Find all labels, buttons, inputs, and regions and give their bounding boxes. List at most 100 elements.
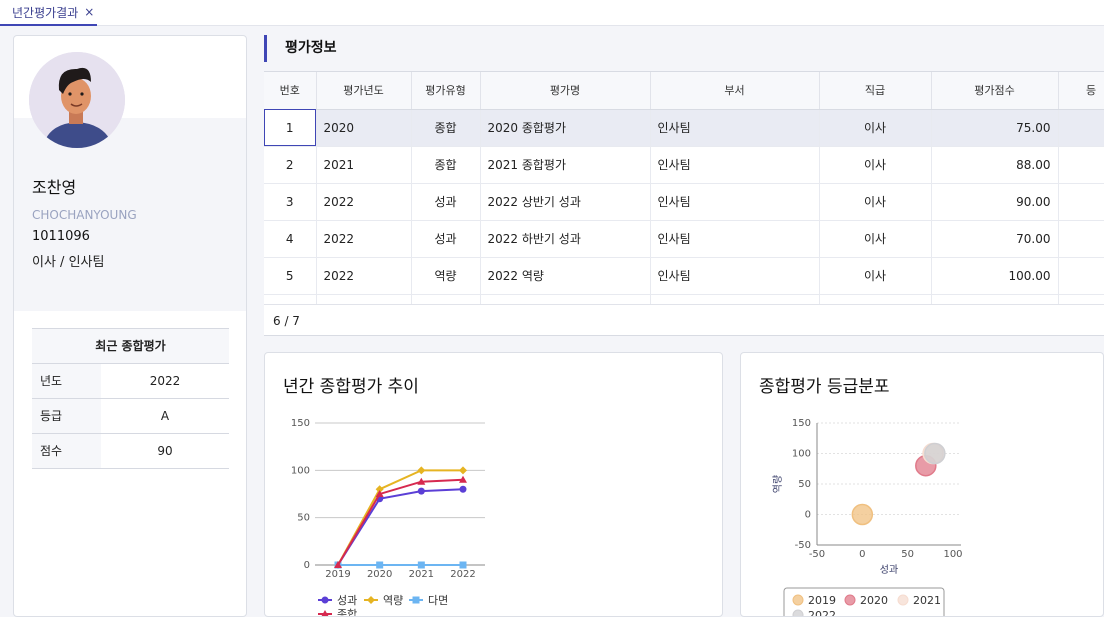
cell-empty[interactable] [1058,294,1104,304]
cell-name[interactable]: 2020 종합평가 [480,109,651,147]
grade-dist-chart-card: 종합평가 등급분포 -50 0 50 100 150 -50 0 50 100 성과 역량 2019 2… [740,352,1104,617]
avatar-illustration [29,52,125,148]
legend-label: 성과 [337,594,357,607]
y-tick-label: 150 [792,418,811,429]
cell-name[interactable]: 2022 역량 [480,257,651,295]
eval-table: 번호 평가년도 평가유형 평가명 부서 직급 평가점수 등 1 2020 종합 … [264,72,1104,304]
col-header[interactable]: 부서 [650,72,820,110]
cell-score[interactable]: 70.00 [931,220,1059,258]
cell-grade[interactable] [1058,109,1104,147]
cell-no[interactable]: 5 [264,257,317,295]
legend-label: 2019 [808,594,836,607]
recent-eval-table: 최근 종합평가 년도 2022 등급 A 점수 90 [32,328,229,469]
cell-year[interactable]: 2022 [316,220,412,258]
col-header[interactable]: 등 [1058,72,1104,110]
cell-year[interactable]: 2020 [316,109,412,147]
col-header[interactable]: 직급 [819,72,932,110]
table-row[interactable]: 5 2022 역량 2022 역량 인사팀 이사 100.00 [264,257,1104,295]
col-header[interactable]: 번호 [264,72,317,110]
cell-empty[interactable] [264,294,317,304]
cell-rank[interactable]: 이사 [819,183,932,221]
x-tick-label: -50 [809,549,825,560]
legend-marker [844,594,856,606]
cell-grade[interactable] [1058,146,1104,184]
cell-rank[interactable]: 이사 [819,146,932,184]
section-title: 평가정보 [264,35,337,62]
profile-role: 이사 / 인사팀 [32,255,105,270]
profile-card: 조찬영 CHOCHANYOUNG 1011096 이사 / 인사팀 최근 종합평… [13,35,247,617]
cell-year[interactable]: 2022 [316,183,412,221]
cell-no[interactable]: 2 [264,146,317,184]
recent-label: 점수 [32,434,101,468]
table-row[interactable] [264,294,1104,304]
table-row[interactable]: 2 2021 종합 2021 종합평가 인사팀 이사 88.00 [264,146,1104,184]
avatar [29,52,125,148]
cell-score[interactable]: 75.00 [931,109,1059,147]
x-tick-label: 2021 [409,569,434,580]
cell-type[interactable]: 성과 [411,220,481,258]
legend-label: 종합 [337,608,357,617]
grade-bubble-chart: -50050100150-50 0 50 100성과역량2019 2020 2021202… [772,418,963,616]
table-row[interactable]: 1 2020 종합 2020 종합평가 인사팀 이사 75.00 [264,109,1104,147]
x-tick-label: 2019 [325,569,350,580]
recent-eval-title: 최근 종합평가 [32,328,229,364]
recent-row-score: 점수 90 [32,434,229,469]
cell-dept[interactable]: 인사팀 [650,109,820,147]
cell-name[interactable]: 2021 종합평가 [480,146,651,184]
cell-dept[interactable]: 인사팀 [650,183,820,221]
y-tick-label: 150 [291,418,310,429]
cell-empty[interactable] [480,294,651,304]
cell-empty[interactable] [650,294,820,304]
cell-empty[interactable] [931,294,1059,304]
cell-name[interactable]: 2022 상반기 성과 [480,183,651,221]
col-header[interactable]: 평가점수 [931,72,1059,110]
cell-grade[interactable] [1058,183,1104,221]
cell-score[interactable]: 88.00 [931,146,1059,184]
x-tick-label: 2020 [367,569,392,580]
eval-grid[interactable]: 번호 평가년도 평가유형 평가명 부서 직급 평가점수 등 1 2020 종합 … [264,71,1104,304]
grid-pager: 6 / 7 [264,304,1104,336]
cell-year[interactable]: 2021 [316,146,412,184]
cell-rank[interactable]: 이사 [819,220,932,258]
y-tick-label: 100 [792,449,811,460]
cell-type[interactable]: 성과 [411,183,481,221]
cell-score[interactable]: 100.00 [931,257,1059,295]
cell-year[interactable]: 2022 [316,257,412,295]
tab-label: 년간평가결과 [12,5,79,20]
cell-type[interactable]: 역량 [411,257,481,295]
table-row[interactable]: 4 2022 성과 2022 하반기 성과 인사팀 이사 70.00 [264,220,1104,258]
cell-no[interactable]: 1 [264,109,317,147]
cell-empty[interactable] [411,294,481,304]
data-point [459,561,467,569]
cell-dept[interactable]: 인사팀 [650,220,820,258]
cell-no[interactable]: 3 [264,183,317,221]
x-tick-label: 2022 [450,569,475,580]
legend-marker [792,609,804,616]
table-row[interactable]: 3 2022 성과 2022 상반기 성과 인사팀 이사 90.00 [264,183,1104,221]
cell-empty[interactable] [316,294,412,304]
cell-dept[interactable]: 인사팀 [650,257,820,295]
cell-empty[interactable] [819,294,932,304]
col-header[interactable]: 평가년도 [316,72,412,110]
col-header[interactable]: 평가유형 [411,72,481,110]
legend-label: 2021 [913,594,941,607]
trend-chart-card: 년간 종합평가 추이 0 50 100 150 2019 2020 2021 2022 성과 역량… [264,352,723,617]
cell-name[interactable]: 2022 하반기 성과 [480,220,651,258]
cell-type[interactable]: 종합 [411,146,481,184]
data-point [417,466,426,475]
cell-no[interactable]: 4 [264,220,317,258]
cell-score[interactable]: 90.00 [931,183,1059,221]
col-header[interactable]: 평가명 [480,72,651,110]
cell-grade[interactable] [1058,220,1104,258]
legend-marker [412,596,420,604]
cell-grade[interactable] [1058,257,1104,295]
cell-rank[interactable]: 이사 [819,257,932,295]
close-icon[interactable]: × [84,5,94,19]
legend-marker [792,594,804,606]
cell-type[interactable]: 종합 [411,109,481,147]
tab-annual-eval[interactable]: 년간평가결과 × [0,0,97,26]
legend-label: 역량 [383,594,403,607]
cell-rank[interactable]: 이사 [819,109,932,147]
cell-dept[interactable]: 인사팀 [650,146,820,184]
data-point [459,485,467,493]
